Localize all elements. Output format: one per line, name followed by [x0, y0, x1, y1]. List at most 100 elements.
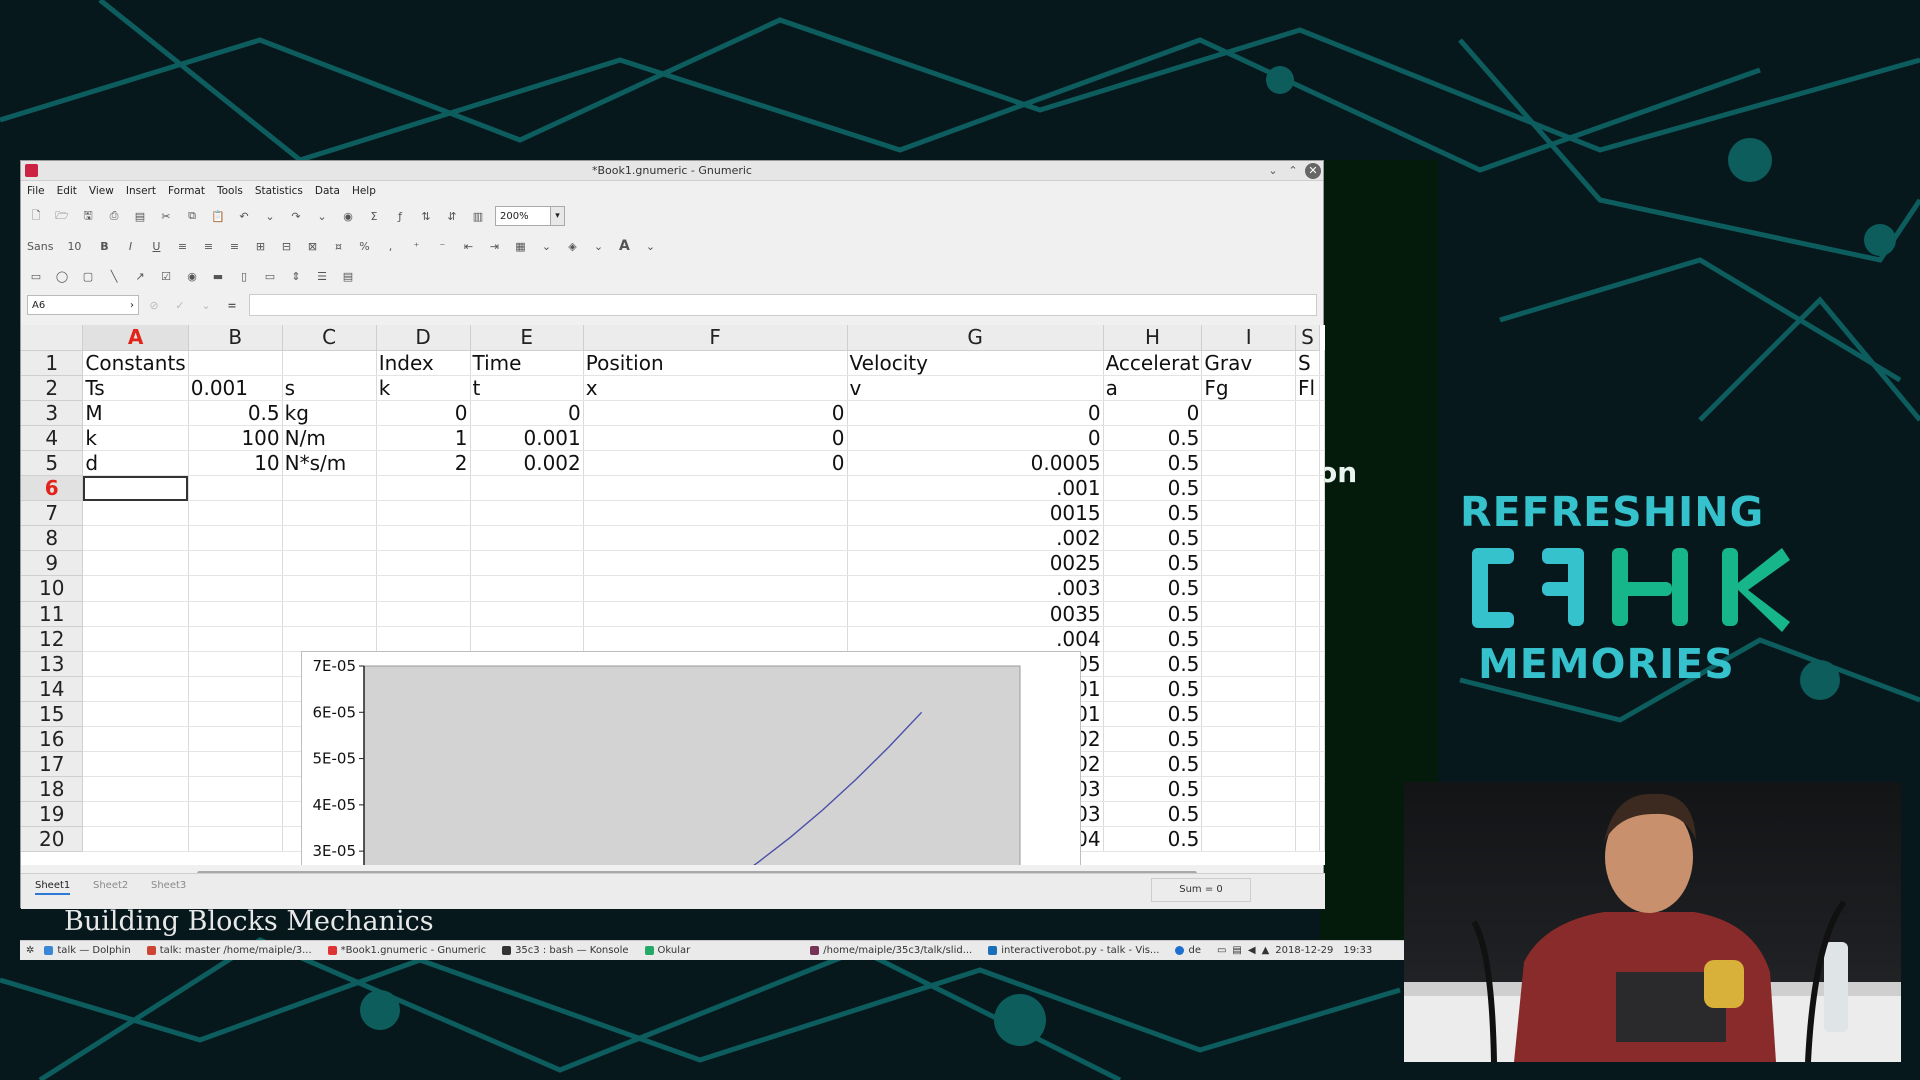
cell[interactable]: 0035 — [847, 601, 1104, 627]
cell[interactable] — [1319, 475, 1325, 502]
cell[interactable]: 0 — [847, 400, 1104, 426]
cell[interactable]: 0.5 — [1103, 801, 1203, 828]
equals-sign[interactable]: = — [223, 296, 241, 314]
cell[interactable]: 0.5 — [1103, 701, 1203, 728]
cell[interactable]: N*s/m — [282, 450, 377, 477]
cell[interactable] — [188, 776, 283, 803]
cell[interactable] — [188, 350, 283, 376]
cell[interactable] — [1201, 550, 1296, 577]
cell[interactable]: k — [376, 375, 471, 401]
cell[interactable] — [583, 550, 848, 577]
paste-icon[interactable]: 📋 — [209, 207, 227, 225]
cell[interactable]: .002 — [847, 525, 1104, 552]
cell[interactable] — [583, 601, 848, 627]
sort-ascending-icon[interactable]: ⇅ — [417, 207, 435, 225]
cell[interactable]: Fg — [1201, 375, 1296, 401]
cell[interactable] — [376, 475, 471, 502]
cell[interactable]: 0.5 — [1103, 776, 1203, 803]
cell[interactable]: x — [583, 375, 848, 401]
cell[interactable] — [1319, 425, 1325, 451]
cell[interactable] — [1319, 400, 1325, 426]
cell[interactable]: 0 — [847, 425, 1104, 451]
slider-widget-icon[interactable]: ▭ — [261, 267, 279, 285]
cell[interactable] — [188, 651, 283, 677]
row-header[interactable]: 19 — [21, 801, 84, 828]
rectangle-icon[interactable]: ▭ — [27, 267, 45, 285]
save-icon[interactable]: 🖫 — [79, 207, 97, 225]
cell[interactable]: 0.5 — [1103, 525, 1203, 552]
borders-dropdown-icon[interactable]: ⌄ — [537, 237, 555, 255]
cell[interactable]: 0 — [583, 450, 848, 477]
cell-reference-box[interactable]: A6 › — [27, 295, 139, 315]
cell[interactable]: 0 — [583, 425, 848, 451]
cell[interactable]: Index — [376, 350, 471, 376]
cell[interactable] — [376, 550, 471, 577]
cell[interactable]: 0.5 — [1103, 601, 1203, 627]
hyperlink-icon[interactable]: ◉ — [339, 207, 357, 225]
task-dolphin[interactable]: talk — Dolphin — [44, 945, 131, 956]
cell[interactable]: 0.5 — [1103, 425, 1203, 451]
row-header[interactable]: 4 — [21, 425, 84, 451]
cell[interactable] — [470, 475, 584, 502]
cell[interactable] — [1319, 801, 1325, 828]
cell[interactable] — [1295, 701, 1320, 728]
button-widget-icon[interactable]: ▬ — [209, 267, 227, 285]
cell[interactable] — [282, 475, 377, 502]
cell[interactable]: 0.5 — [1103, 626, 1203, 652]
cell[interactable] — [1201, 400, 1296, 426]
cell[interactable] — [1319, 450, 1325, 477]
task-slides[interactable]: /home/maiple/35c3/talk/slid... — [810, 945, 972, 956]
copy-icon[interactable]: ⧉ — [183, 207, 201, 225]
row-header[interactable]: 11 — [21, 601, 84, 627]
cell[interactable] — [188, 550, 283, 577]
cut-icon[interactable]: ✂ — [157, 207, 175, 225]
decrease-decimals-icon[interactable]: ⁻ — [433, 237, 451, 255]
row-header[interactable]: 2 — [21, 375, 84, 401]
cell[interactable]: .001 — [847, 475, 1104, 502]
cell[interactable] — [188, 575, 283, 602]
row-header[interactable]: 12 — [21, 626, 84, 652]
column-header-g[interactable]: G — [847, 325, 1104, 351]
cell[interactable] — [376, 575, 471, 602]
cell[interactable]: 0025 — [847, 550, 1104, 577]
align-center-icon[interactable]: ≡ — [199, 237, 217, 255]
cell[interactable]: M — [82, 400, 189, 426]
column-header-e[interactable]: E — [470, 325, 584, 351]
cell[interactable] — [1295, 525, 1320, 552]
list-widget-icon[interactable]: ☰ — [313, 267, 331, 285]
zoom-dropdown-icon[interactable]: ▾ — [551, 206, 565, 226]
font-name-select[interactable]: Sans — [27, 237, 53, 255]
cell[interactable] — [188, 826, 283, 853]
cell[interactable]: 0.5 — [1103, 500, 1203, 527]
combo-widget-icon[interactable]: ▤ — [339, 267, 357, 285]
column-header-s[interactable]: S — [1295, 325, 1320, 351]
cell[interactable] — [82, 500, 189, 527]
align-left-icon[interactable]: ≡ — [173, 237, 191, 255]
align-right-icon[interactable]: ≡ — [225, 237, 243, 255]
clipboard-icon[interactable]: ▤ — [1232, 945, 1241, 956]
cell[interactable]: Position — [583, 350, 848, 376]
cell[interactable]: 1 — [376, 425, 471, 451]
cell[interactable] — [1295, 400, 1320, 426]
function-icon[interactable]: ƒ — [391, 207, 409, 225]
cell[interactable] — [188, 726, 283, 753]
cell[interactable] — [583, 500, 848, 527]
cell[interactable]: Fl — [1295, 375, 1320, 401]
menu-edit[interactable]: Edit — [57, 185, 77, 197]
cell[interactable] — [1319, 550, 1325, 577]
select-all-corner[interactable] — [21, 325, 84, 351]
cell[interactable] — [1295, 450, 1320, 477]
cell[interactable]: 0.0005 — [847, 450, 1104, 477]
cell[interactable]: v — [847, 375, 1104, 401]
row-header[interactable]: 8 — [21, 525, 84, 552]
cell[interactable] — [1295, 475, 1320, 502]
increase-indent-icon[interactable]: ⇥ — [485, 237, 503, 255]
cell[interactable] — [282, 626, 377, 652]
close-icon[interactable]: ✕ — [1305, 163, 1321, 179]
cell[interactable]: N/m — [282, 425, 377, 451]
cell[interactable] — [282, 350, 377, 376]
cell[interactable] — [282, 550, 377, 577]
cell[interactable]: k — [82, 425, 189, 451]
cell[interactable] — [82, 751, 189, 778]
open-file-icon[interactable]: 🗁 — [53, 207, 71, 225]
